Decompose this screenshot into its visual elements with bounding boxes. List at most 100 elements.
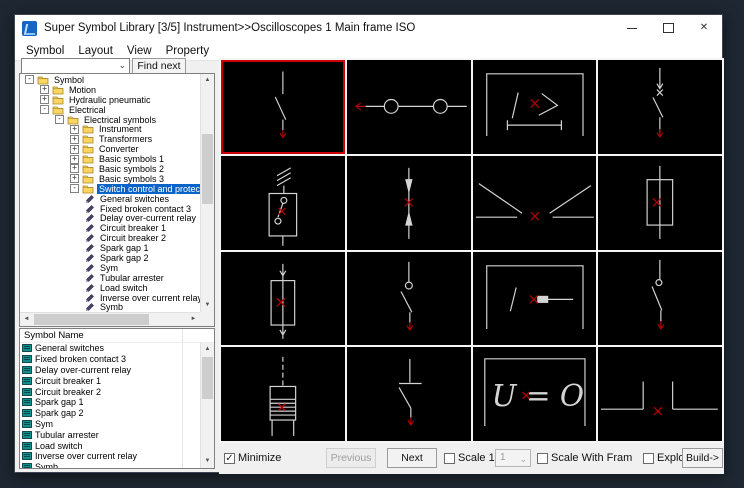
- symbol-cell-delay-over-current-relay[interactable]: [473, 60, 597, 154]
- scroll-up-icon[interactable]: ▲: [201, 343, 214, 356]
- tree-item-switch-control-and-protection-devices[interactable]: -Switch control and protection devices: [20, 184, 200, 194]
- collapse-icon[interactable]: -: [70, 184, 79, 193]
- tree-item-delay-over-current-relay[interactable]: Delay over-current relay: [20, 213, 200, 223]
- list-scrollbar-thumb[interactable]: [202, 357, 213, 399]
- scroll-down-icon[interactable]: ▼: [201, 299, 214, 312]
- scale-checkbox-label: Scale 1:: [458, 452, 498, 464]
- menu-symbol[interactable]: Symbol: [19, 43, 71, 59]
- list-item-spark-gap-2[interactable]: Spark gap 2: [20, 408, 200, 419]
- symbol-cell-t-bar-switch[interactable]: [347, 347, 471, 441]
- symbol-cell-inverse-over-current-relay[interactable]: [473, 252, 597, 346]
- list-header[interactable]: Symbol Name: [20, 329, 214, 343]
- tree-item-electrical-symbols[interactable]: -Electrical symbols: [20, 115, 200, 125]
- tree-item-spark-gap-2[interactable]: Spark gap 2: [20, 253, 200, 263]
- maximize-window-button[interactable]: [650, 15, 686, 41]
- list-item-inverse-over-current-relay[interactable]: Inverse over current relay: [20, 451, 200, 462]
- symbol-cell-tubular-arrester[interactable]: [221, 252, 345, 346]
- tree-item-electrical[interactable]: -Electrical: [20, 105, 200, 115]
- symbol-cell-load-switch[interactable]: [347, 252, 471, 346]
- tree-item-circuit-breaker-1[interactable]: Circuit breaker 1: [20, 223, 200, 233]
- chevron-down-icon[interactable]: ⌄: [118, 60, 126, 71]
- expand-icon[interactable]: +: [70, 174, 79, 183]
- tree-item-symbol[interactable]: -Symbol: [20, 75, 200, 85]
- scroll-down-icon[interactable]: ▼: [201, 455, 214, 468]
- menu-view[interactable]: View: [120, 43, 159, 59]
- symbol-cell-fuse[interactable]: [598, 156, 722, 250]
- tree-hscrollbar-thumb[interactable]: [34, 314, 149, 325]
- scroll-left-icon[interactable]: ◄: [20, 313, 33, 326]
- expand-icon[interactable]: +: [70, 145, 79, 154]
- tree-item-motion[interactable]: +Motion: [20, 85, 200, 95]
- build-button[interactable]: Build->: [682, 448, 723, 468]
- spark-gap-horns-drawing: [473, 156, 597, 250]
- tree-item-transformers[interactable]: +Transformers: [20, 134, 200, 144]
- symbol-cell-boxed-spark-gap[interactable]: [221, 156, 345, 250]
- symbol-cell-under-voltage-relay[interactable]: U = O: [473, 347, 597, 441]
- expand-icon[interactable]: +: [40, 85, 49, 94]
- scale-checkbox[interactable]: Scale 1:: [444, 452, 498, 464]
- close-window-button[interactable]: ✕: [686, 15, 722, 41]
- symbol-cell-isolating-switch[interactable]: [598, 252, 722, 346]
- expand-icon[interactable]: +: [70, 164, 79, 173]
- tree-item-sym[interactable]: Sym: [20, 263, 200, 273]
- tree-item-hydraulic-pneumatic[interactable]: + Hydraulic pneumatic: [20, 95, 200, 105]
- list-item-delay-over-current-relay[interactable]: Delay over-current relay: [20, 365, 200, 376]
- list-item-sym[interactable]: Sym: [20, 419, 200, 430]
- tree-horizontal-scrollbar[interactable]: ◄ ►: [20, 312, 200, 326]
- tree-item-tubular-arrester[interactable]: Tubular arrester: [20, 273, 200, 283]
- column-divider[interactable]: [182, 329, 183, 342]
- list-item-tubular-arrester[interactable]: Tubular arrester: [20, 429, 200, 440]
- tree-item-label: Hydraulic pneumatic: [67, 95, 153, 105]
- tree-item-symb[interactable]: Symb: [20, 302, 200, 312]
- tree-vertical-scrollbar[interactable]: ▲ ▼: [200, 74, 214, 312]
- tree-item-basic-symbols-2[interactable]: +Basic symbols 2: [20, 164, 200, 174]
- next-button[interactable]: Next: [387, 448, 437, 468]
- list-item-symb[interactable]: Symb: [20, 462, 200, 468]
- tree-item-basic-symbols-3[interactable]: +Basic symbols 3: [20, 174, 200, 184]
- collapse-icon[interactable]: -: [55, 115, 64, 124]
- list-item-general-switches[interactable]: General switches: [20, 343, 200, 354]
- tree-item-basic-symbols-1[interactable]: +Basic symbols 1: [20, 154, 200, 164]
- symbol-cell-arrow-star-switch[interactable]: [598, 60, 722, 154]
- tree-item-general-switches[interactable]: General switches: [20, 194, 200, 204]
- list-item-spark-gap-1[interactable]: Spark gap 1: [20, 397, 200, 408]
- tree-item-inverse-over-current-relay[interactable]: Inverse over current relay: [20, 293, 200, 303]
- list-item-circuit-breaker-2[interactable]: Circuit breaker 2: [20, 386, 200, 397]
- expand-icon[interactable]: +: [70, 125, 79, 134]
- symbol-cell-spark-gap-vertical[interactable]: [347, 156, 471, 250]
- symbol-cell-valved-arrester[interactable]: [221, 347, 345, 441]
- folder-icon: [82, 164, 94, 174]
- tree-item-load-switch[interactable]: Load switch: [20, 283, 200, 293]
- scale-value-combo[interactable]: 1 ⌄: [495, 449, 531, 467]
- expand-icon[interactable]: +: [70, 155, 79, 164]
- symbol-cell-general-switch[interactable]: [221, 60, 345, 154]
- collapse-icon[interactable]: -: [40, 105, 49, 114]
- under-voltage-text: U = O: [491, 379, 583, 413]
- list-item-circuit-breaker-1[interactable]: Circuit breaker 1: [20, 375, 200, 386]
- menu-layout[interactable]: Layout: [71, 43, 120, 59]
- expand-icon[interactable]: +: [40, 95, 49, 104]
- symbol-cell-horn-gap[interactable]: [598, 347, 722, 441]
- list-vertical-scrollbar[interactable]: ▲ ▼: [200, 343, 214, 468]
- tree-item-spark-gap-1[interactable]: Spark gap 1: [20, 243, 200, 253]
- tree-item-instrument[interactable]: +Instrument: [20, 124, 200, 134]
- list-item-load-switch[interactable]: Load switch: [20, 440, 200, 451]
- scroll-right-icon[interactable]: ►: [187, 313, 200, 326]
- tree-item-fixed-broken-contact-3[interactable]: Fixed broken contact 3: [20, 204, 200, 214]
- symbol-cell-fixed-broken-contact[interactable]: [347, 60, 471, 154]
- menu-property[interactable]: Property: [159, 43, 216, 59]
- tree-item-circuit-breaker-2[interactable]: Circuit breaker 2: [20, 233, 200, 243]
- scrollbar-corner: [200, 312, 214, 326]
- list-item-fixed-broken-contact-3[interactable]: Fixed broken contact 3: [20, 354, 200, 365]
- scroll-up-icon[interactable]: ▲: [201, 74, 214, 87]
- previous-button[interactable]: Previous: [326, 448, 376, 468]
- expand-icon[interactable]: +: [70, 135, 79, 144]
- minimize-checkbox[interactable]: ✓ Minimize: [224, 452, 281, 464]
- collapse-icon[interactable]: -: [25, 75, 34, 84]
- tree-scrollbar-thumb[interactable]: [202, 134, 213, 204]
- minimize-window-button[interactable]: [614, 15, 650, 41]
- scale-with-frame-checkbox[interactable]: Scale With Fram: [537, 452, 632, 464]
- list-header-label: Symbol Name: [24, 330, 84, 341]
- tree-item-converter[interactable]: +Converter: [20, 144, 200, 154]
- symbol-cell-spark-gap-horns[interactable]: [473, 156, 597, 250]
